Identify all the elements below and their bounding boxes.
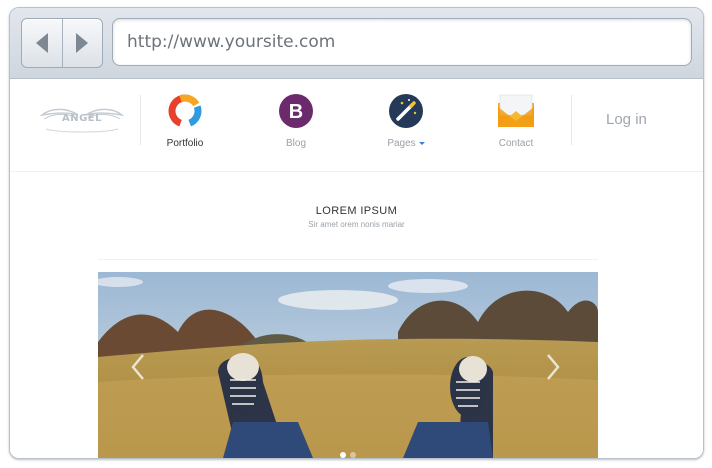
login-link[interactable]: Log in [606,111,666,128]
pages-icon [389,94,423,128]
blog-icon: B [279,94,313,128]
nav-item-contact[interactable]: Contact [471,93,561,155]
nav-label: Pages [387,138,416,149]
back-arrow-icon [36,33,48,53]
image-slider [98,272,598,458]
nav-item-blog[interactable]: B Blog [251,93,341,155]
intro-title: LOREM IPSUM [315,205,398,217]
divider [571,95,572,145]
site-logo[interactable]: ANGEL [39,103,125,137]
intro-subtitle: Sir amet orem nonis mariar [308,220,405,229]
slider-next-button[interactable] [543,352,563,382]
forward-arrow-icon [76,33,88,53]
nav-label: Contact [498,138,534,149]
intro-section: LOREM IPSUM Sir amet orem nonis mariar [10,205,703,229]
url-input[interactable] [127,19,667,65]
chevron-left-icon [131,354,144,380]
address-bar [112,18,692,66]
slider-prev-button[interactable] [128,352,148,382]
contact-icon [498,94,534,127]
dropdown-caret-icon [418,141,425,145]
slide-photo [98,272,598,458]
site-header: ANGEL Portfolio B Blog Pages Contact Log… [10,79,703,172]
browser-toolbar [10,8,703,79]
svg-text:B: B [289,101,303,123]
nav-item-pages[interactable]: Pages [361,93,451,155]
browser-window: ANGEL Portfolio B Blog [9,7,704,459]
forward-button[interactable] [62,19,102,67]
nav-label: Blog [285,138,306,149]
nav-label-pages: Pages [361,138,451,149]
slider-dot[interactable] [340,452,346,458]
history-buttons [21,18,103,68]
nav-item-portfolio[interactable]: Portfolio [140,93,230,155]
chevron-right-icon [547,354,560,380]
nav-label: Portfolio [166,138,204,149]
slider-dots [98,443,598,458]
website-page: ANGEL Portfolio B Blog Pages Contact Log… [10,79,703,458]
slider-dot[interactable] [350,452,356,458]
logo-text: ANGEL [61,113,103,124]
portfolio-icon [168,94,202,128]
back-button[interactable] [22,19,63,67]
divider [98,259,598,260]
